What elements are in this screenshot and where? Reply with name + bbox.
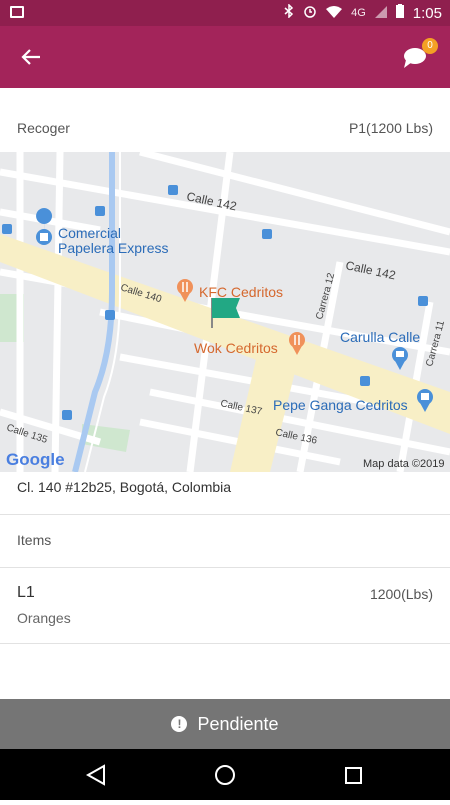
arrow-back-icon bbox=[21, 49, 40, 65]
wifi-icon bbox=[326, 5, 343, 22]
bus-stop-icon bbox=[262, 229, 272, 239]
list-item[interactable]: L1 Oranges 1200(Lbs) bbox=[0, 584, 450, 626]
network-type-label: 4G bbox=[351, 7, 366, 19]
app-bar: 0 bbox=[0, 26, 450, 88]
map-view[interactable]: Calle 142 Calle 142 Calle 140 Carrera 12… bbox=[0, 152, 450, 472]
nav-recents-icon[interactable] bbox=[345, 767, 362, 784]
back-button[interactable] bbox=[14, 40, 48, 74]
bus-stop-icon bbox=[360, 376, 370, 386]
pickup-row: Recoger P1(1200 Lbs) bbox=[0, 110, 450, 146]
pickup-value: P1(1200 Lbs) bbox=[348, 120, 433, 136]
image-notification-icon bbox=[10, 6, 24, 18]
place-label: Wok Cedritos bbox=[194, 340, 278, 356]
status-label: Pendiente bbox=[197, 713, 279, 734]
nav-back-icon[interactable] bbox=[85, 764, 105, 786]
address-text: Cl. 140 #12b25, Bogotá, Colombia bbox=[17, 479, 232, 495]
system-navigation-bar bbox=[0, 749, 450, 800]
bus-stop-icon bbox=[2, 224, 12, 234]
items-section-title: Items bbox=[17, 532, 52, 548]
bluetooth-icon bbox=[284, 3, 294, 22]
alert-icon: ! bbox=[171, 716, 188, 732]
item-description: Oranges bbox=[17, 610, 71, 626]
status-pending-button[interactable]: ! Pendiente bbox=[0, 699, 450, 749]
place-label: Carulla Calle bbox=[340, 329, 420, 345]
chat-badge: 0 bbox=[422, 38, 438, 54]
signal-icon bbox=[374, 5, 387, 22]
item-quantity: 1200(Lbs) bbox=[369, 586, 433, 602]
bus-stop-icon bbox=[168, 185, 178, 195]
bus-stop-icon bbox=[95, 206, 105, 216]
system-status-bar: 4G 1:05 bbox=[0, 0, 450, 26]
bus-stop-icon bbox=[105, 310, 115, 320]
place-label: Papelera Express bbox=[58, 240, 169, 256]
divider bbox=[0, 514, 450, 515]
map-attribution: Map data ©2019 bbox=[363, 458, 445, 470]
google-logo: Google bbox=[6, 450, 65, 469]
bus-stop-icon bbox=[418, 296, 428, 306]
place-label: KFC Cedritos bbox=[199, 284, 283, 300]
bus-stop-icon bbox=[62, 410, 72, 420]
place-label: Pepe Ganga Cedritos bbox=[273, 397, 408, 413]
battery-icon bbox=[395, 4, 404, 22]
chat-button[interactable]: 0 bbox=[400, 38, 438, 74]
place-label: Comercial bbox=[58, 225, 121, 241]
clock: 1:05 bbox=[412, 4, 442, 22]
divider bbox=[0, 567, 450, 568]
alarm-icon bbox=[303, 4, 317, 22]
nav-home-icon[interactable] bbox=[215, 765, 235, 785]
divider bbox=[0, 643, 450, 644]
pickup-label: Recoger bbox=[17, 120, 70, 136]
